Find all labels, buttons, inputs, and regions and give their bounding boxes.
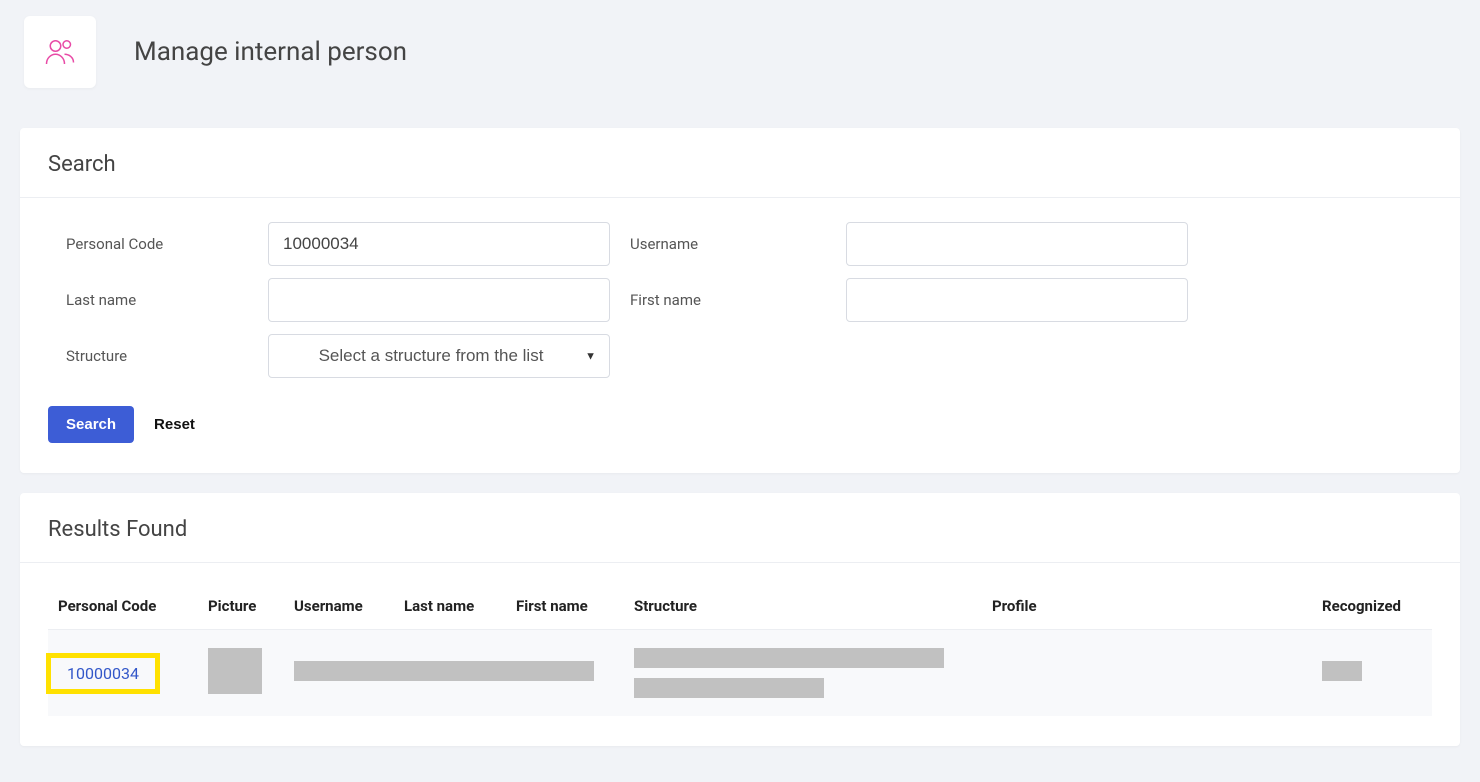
page-header: Manage internal person bbox=[0, 0, 1480, 128]
results-heading: Results Found bbox=[20, 493, 1460, 563]
structure-redacted-1 bbox=[634, 648, 944, 668]
last-name-input[interactable] bbox=[268, 278, 610, 322]
first-name-input[interactable] bbox=[846, 278, 1188, 322]
search-heading: Search bbox=[20, 128, 1460, 198]
personal-code-label: Personal Code bbox=[48, 235, 268, 253]
first-name-label: First name bbox=[630, 291, 846, 309]
col-last-name: Last name bbox=[394, 583, 506, 630]
results-table: Personal Code Picture Username Last name… bbox=[48, 583, 1432, 716]
username-label: Username bbox=[630, 235, 846, 253]
col-username: Username bbox=[284, 583, 394, 630]
col-profile: Profile bbox=[982, 583, 1312, 630]
col-personal-code: Personal Code bbox=[48, 583, 198, 630]
col-first-name: First name bbox=[506, 583, 624, 630]
page-title: Manage internal person bbox=[134, 37, 407, 67]
personal-code-link[interactable]: 10000034 bbox=[57, 658, 149, 689]
structure-redacted-2 bbox=[634, 678, 824, 698]
results-panel: Results Found Personal Code Picture User… bbox=[20, 493, 1460, 746]
search-button[interactable]: Search bbox=[48, 406, 134, 443]
col-structure: Structure bbox=[624, 583, 982, 630]
last-name-label: Last name bbox=[48, 291, 268, 309]
picture-redacted bbox=[208, 648, 262, 694]
search-panel: Search Personal Code Username Last name … bbox=[20, 128, 1460, 473]
name-redacted bbox=[294, 661, 594, 681]
col-recognized: Recognized bbox=[1312, 583, 1432, 630]
recognized-redacted bbox=[1322, 661, 1362, 681]
people-icon-box bbox=[24, 16, 96, 88]
username-input[interactable] bbox=[846, 222, 1188, 266]
personal-code-highlight: 10000034 bbox=[46, 653, 160, 694]
reset-button[interactable]: Reset bbox=[154, 406, 195, 443]
structure-label: Structure bbox=[48, 347, 268, 365]
people-icon bbox=[42, 34, 78, 70]
personal-code-input[interactable] bbox=[268, 222, 610, 266]
structure-select[interactable] bbox=[268, 334, 610, 378]
col-picture: Picture bbox=[198, 583, 284, 630]
table-row: 10000034 bbox=[48, 630, 1432, 717]
